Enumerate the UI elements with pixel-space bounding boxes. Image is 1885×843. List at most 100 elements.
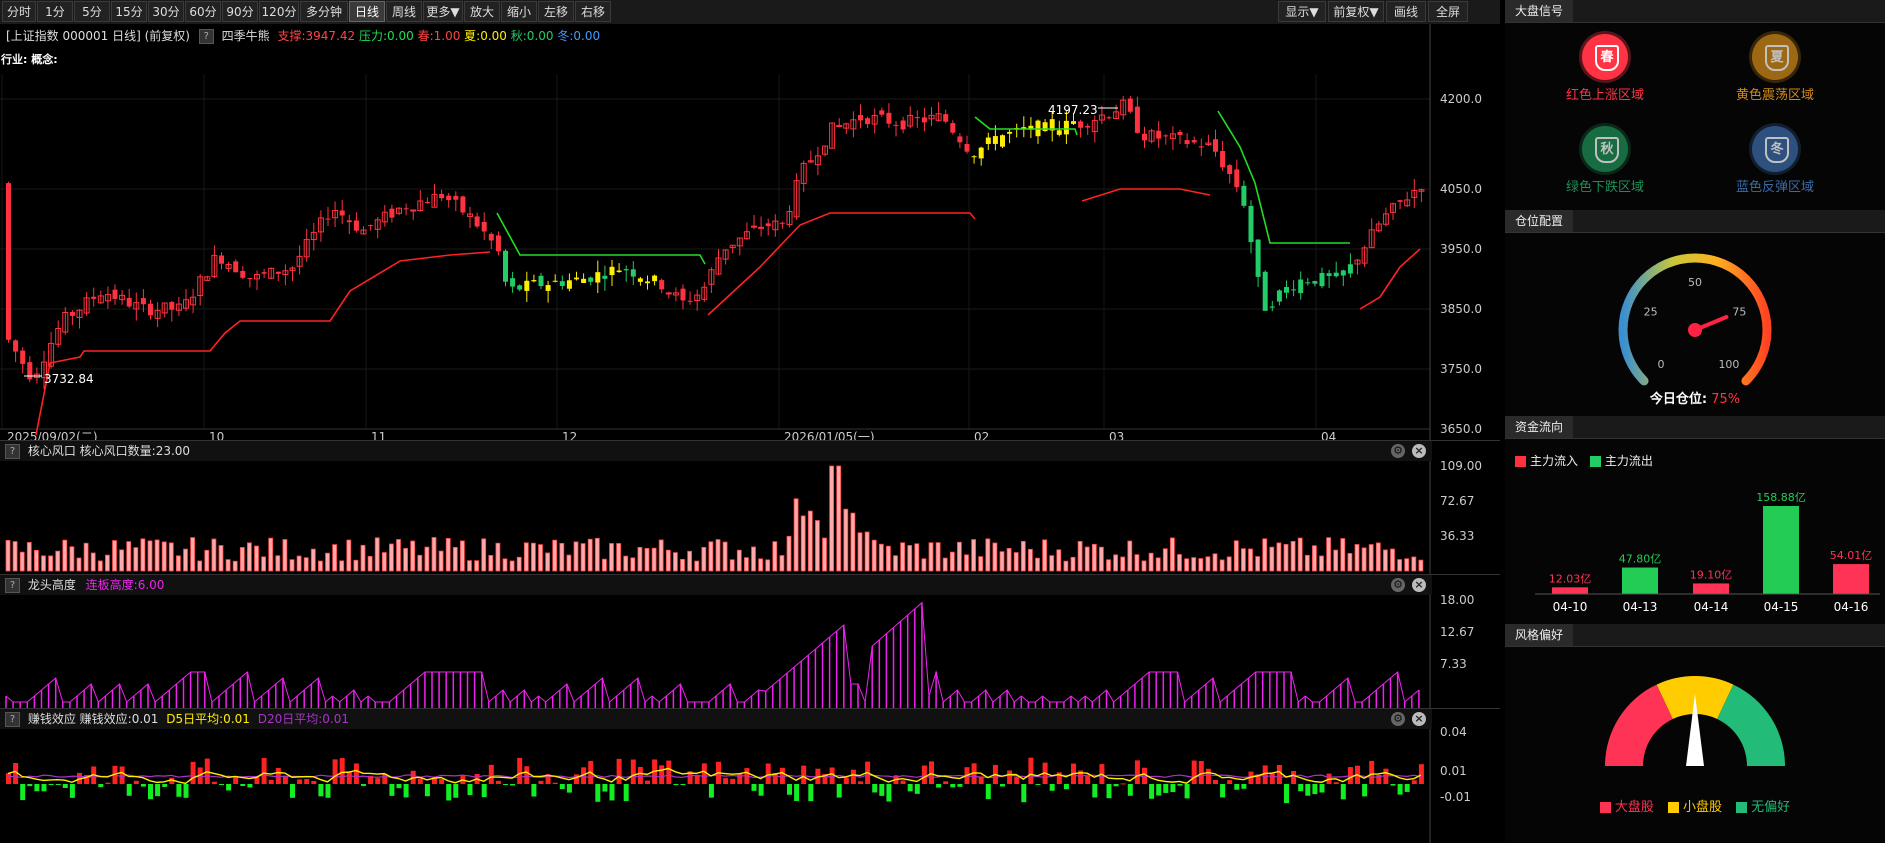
hot-sector-bar xyxy=(878,543,884,572)
flow-legend: 主力流入 主力流出 xyxy=(1515,452,1653,469)
profit-effect-chart[interactable]: 0.04 0.01 -0.01 xyxy=(0,709,1500,843)
candlestick-panel: [上证指数 000001 日线] (前复权) ? 四季牛熊 支撑:3947.42… xyxy=(0,24,1500,446)
hot-sector-bar xyxy=(673,552,678,572)
profit-bar xyxy=(1177,784,1183,786)
toolbar-button[interactable]: 更多▼ xyxy=(423,1,463,22)
toolbar-button[interactable]: 30分 xyxy=(148,1,184,22)
toolbar-button[interactable]: 缩小 xyxy=(501,1,537,22)
toolbar-button[interactable]: 1分 xyxy=(37,1,73,22)
candle-body xyxy=(1241,185,1247,206)
profit-bar xyxy=(98,784,104,788)
candle-body xyxy=(602,275,608,279)
candle-body xyxy=(886,112,892,124)
profit-bar xyxy=(645,780,650,784)
settings-gear-icon[interactable]: ⚙ xyxy=(1391,712,1405,726)
close-icon[interactable]: × xyxy=(1412,578,1426,592)
toolbar-button[interactable]: 右移 xyxy=(575,1,611,22)
candle-body xyxy=(389,208,395,218)
candle-body xyxy=(1284,287,1289,293)
toolbar-button[interactable]: 左移 xyxy=(538,1,574,22)
profit-bar xyxy=(623,784,629,802)
candle-body xyxy=(510,278,516,287)
resistance-line xyxy=(496,212,706,265)
profit-bar xyxy=(69,784,75,798)
candle-body xyxy=(503,250,508,282)
signal-item: 夏黄色震荡区域 xyxy=(1705,34,1845,103)
candle-body xyxy=(765,223,771,227)
candle-body xyxy=(1191,140,1197,143)
hot-sector-bar xyxy=(339,560,345,572)
leader-height-chart[interactable]: 18.00 12.67 7.33 xyxy=(0,575,1500,713)
toolbar-button[interactable]: 120分 xyxy=(259,1,299,22)
candle-body xyxy=(943,114,949,122)
toolbar-button[interactable]: 画线 xyxy=(1386,1,1426,22)
close-icon[interactable]: × xyxy=(1412,712,1426,726)
candlestick-chart[interactable]: 4200.04050.03950.03850.03750.03650.02025… xyxy=(0,24,1500,446)
hot-sector-chart[interactable]: 109.00 72.67 36.33 xyxy=(0,441,1500,579)
hot-sector-bar xyxy=(1304,554,1310,572)
profit-bar xyxy=(1014,777,1020,784)
toolbar-button[interactable]: 5分 xyxy=(74,1,110,22)
hot-sector-bar xyxy=(1418,559,1424,572)
profit-bar xyxy=(396,784,402,789)
hot-sector-bar xyxy=(34,549,39,572)
toolbar-button[interactable]: 前复权▼ xyxy=(1328,1,1384,22)
hot-sector-bar xyxy=(1262,538,1268,572)
hot-sector-bar xyxy=(112,540,117,572)
profit-bar xyxy=(538,780,544,784)
hot-sector-bar xyxy=(701,546,707,572)
candle-body xyxy=(1291,289,1297,291)
toolbar-button[interactable]: 显示▼ xyxy=(1278,1,1326,22)
flow-value-label: 54.01亿 xyxy=(1830,549,1873,562)
help-icon[interactable]: ? xyxy=(5,444,20,459)
hot-sector-bar xyxy=(1141,560,1147,572)
help-icon[interactable]: ? xyxy=(5,578,20,593)
toolbar-button[interactable]: 60分 xyxy=(185,1,221,22)
flow-bar xyxy=(1622,567,1658,594)
y-tick-label: 3650.0 xyxy=(1440,422,1482,436)
hot-sector-bar xyxy=(658,539,664,572)
candle-body xyxy=(950,123,956,133)
toolbar-button[interactable]: 周线 xyxy=(386,1,422,22)
hot-sector-bar xyxy=(26,542,32,572)
hot-sector-bar xyxy=(1155,557,1161,572)
hot-sector-bar xyxy=(62,539,68,572)
profit-bar xyxy=(708,784,714,798)
close-icon[interactable]: × xyxy=(1412,444,1426,458)
candle-body xyxy=(1213,139,1218,152)
hot-sector-bar xyxy=(850,512,856,572)
settings-gear-icon[interactable]: ⚙ xyxy=(1391,578,1405,592)
candle-body xyxy=(1248,205,1254,243)
hot-sector-bar xyxy=(800,515,806,572)
candle-body xyxy=(957,136,963,143)
sub3-d20: D20日平均:0.01 xyxy=(257,712,350,726)
toolbar-button[interactable]: 全屏 xyxy=(1428,1,1468,22)
profit-bar xyxy=(850,769,856,784)
hot-sector-bar xyxy=(516,556,522,572)
hot-sector-bar xyxy=(1099,546,1104,572)
settings-gear-icon[interactable]: ⚙ xyxy=(1391,444,1405,458)
toolbar-button[interactable]: 15分 xyxy=(111,1,147,22)
toolbar-button[interactable]: 日线 xyxy=(349,1,385,22)
profit-bar xyxy=(346,771,352,784)
hot-sector-bar xyxy=(261,556,267,572)
toolbar-button[interactable]: 放大 xyxy=(464,1,500,22)
candle-body xyxy=(240,270,246,278)
candle-body xyxy=(1333,272,1339,277)
y-tick-label: -0.01 xyxy=(1440,790,1471,804)
hot-sector-bar xyxy=(147,540,153,572)
profit-bar xyxy=(190,761,196,784)
toolbar-button[interactable]: 分时 xyxy=(2,1,36,22)
profit-bar xyxy=(133,780,139,784)
candle-body xyxy=(1298,279,1304,294)
help-icon[interactable]: ? xyxy=(5,712,20,727)
toolbar-button[interactable]: 多分钟 xyxy=(300,1,348,22)
season-glyph: 冬 xyxy=(1765,137,1789,163)
hot-sector-bar xyxy=(523,542,529,572)
candle-body xyxy=(652,275,658,282)
profit-bar xyxy=(779,767,785,784)
flow-header-label: 资金流向 xyxy=(1505,416,1574,438)
profit-bar xyxy=(403,784,409,798)
profit-bar xyxy=(1262,765,1268,784)
toolbar-button[interactable]: 90分 xyxy=(222,1,258,22)
